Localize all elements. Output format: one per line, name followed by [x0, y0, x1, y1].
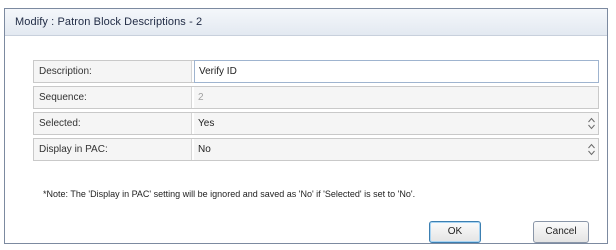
sequence-row: Sequence: 2 — [33, 86, 599, 109]
dialog-window: Modify : Patron Block Descriptions - 2 D… — [4, 8, 608, 244]
window-title: Modify : Patron Block Descriptions - 2 — [15, 16, 203, 28]
display-in-pac-value: No — [198, 144, 211, 155]
selected-row: Selected: Yes — [33, 112, 599, 135]
selected-label: Selected: — [34, 113, 192, 134]
display-in-pac-note: *Note: The 'Display in PAC' setting will… — [43, 189, 416, 199]
form: Description: Verify ID Sequence: 2 Selec… — [33, 60, 599, 164]
dialog-body: Description: Verify ID Sequence: 2 Selec… — [5, 36, 607, 243]
display-in-pac-label: Display in PAC: — [34, 139, 192, 160]
selected-spinner-icon[interactable] — [587, 116, 596, 131]
sequence-value: 2 — [194, 87, 598, 108]
description-input[interactable]: Verify ID — [194, 60, 599, 83]
description-label: Description: — [34, 61, 192, 82]
display-in-pac-row: Display in PAC: No — [33, 138, 599, 161]
display-in-pac-select[interactable]: No — [194, 139, 598, 160]
cancel-button[interactable]: Cancel — [533, 221, 589, 243]
display-in-pac-spinner-icon[interactable] — [587, 142, 596, 157]
selected-value: Yes — [198, 118, 215, 129]
sequence-label: Sequence: — [34, 87, 192, 108]
title-bar[interactable]: Modify : Patron Block Descriptions - 2 — [5, 9, 607, 36]
ok-button[interactable]: OK — [429, 221, 481, 243]
selected-select[interactable]: Yes — [194, 113, 598, 134]
description-row: Description: Verify ID — [33, 60, 599, 83]
